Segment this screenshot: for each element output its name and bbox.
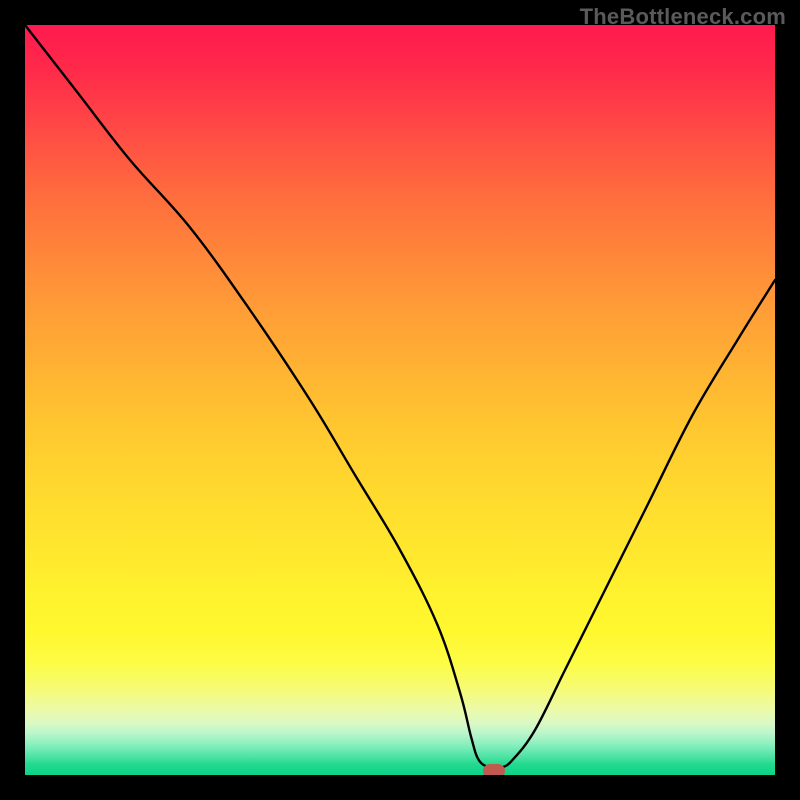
- plot-area: [25, 25, 775, 775]
- chart-frame: TheBottleneck.com: [0, 0, 800, 800]
- bottleneck-curve: [25, 25, 775, 775]
- watermark-text: TheBottleneck.com: [580, 4, 786, 30]
- minimum-marker: [483, 764, 505, 776]
